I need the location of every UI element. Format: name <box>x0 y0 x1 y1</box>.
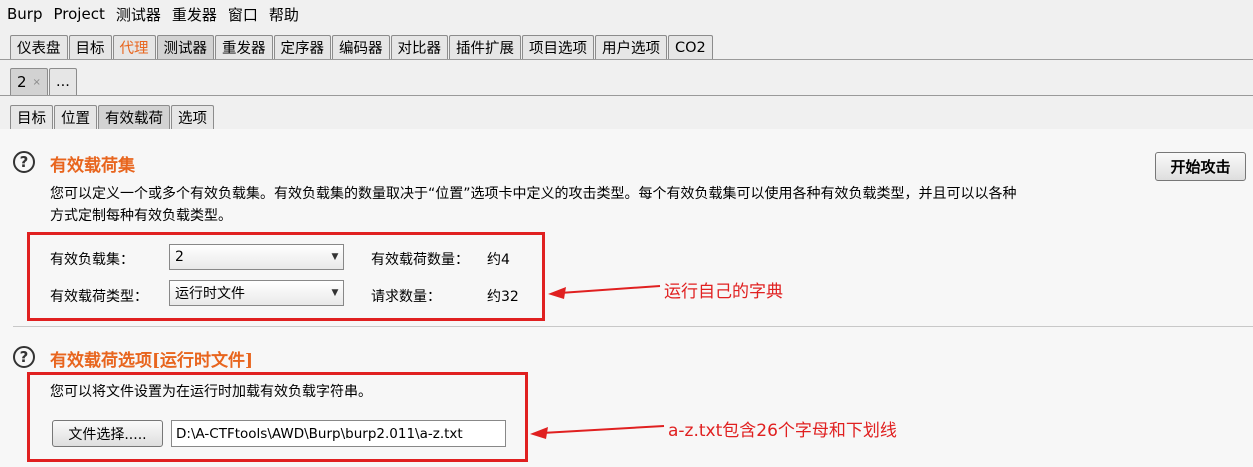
new-attack-tab[interactable]: ... <box>48 68 77 95</box>
tab-sequencer[interactable]: 定序器 <box>273 35 331 59</box>
annotation-own-dictionary: 运行自己的字典 <box>664 282 783 302</box>
payload-sets-title: 有效载荷集 <box>50 156 135 176</box>
menu-bar: Burp Project 测试器 重发器 窗口 帮助 <box>0 0 1253 28</box>
tab-divider <box>0 59 1253 60</box>
menu-window[interactable]: 窗口 <box>221 4 262 25</box>
menu-repeater[interactable]: 重发器 <box>165 4 221 25</box>
tab-intruder[interactable]: 测试器 <box>156 35 214 59</box>
menu-intruder[interactable]: 测试器 <box>109 4 165 25</box>
close-icon[interactable]: × <box>33 77 41 88</box>
sub-tabs: 目标 位置 有效载荷 选项 <box>10 104 215 129</box>
request-count-label: 请求数量： <box>371 289 441 305</box>
tab-extender[interactable]: 插件扩展 <box>449 35 521 59</box>
payload-options-title: 有效载荷选项[运行时文件] <box>50 351 254 371</box>
tab-dashboard[interactable]: 仪表盘 <box>10 35 68 59</box>
tab-decoder[interactable]: 编码器 <box>332 35 390 59</box>
attack-tab-label: 2 <box>17 73 27 91</box>
payload-type-value: 运行时文件 <box>175 286 245 302</box>
chevron-down-icon: ▼ <box>331 252 339 262</box>
attack-tab-divider <box>0 95 1253 96</box>
menu-help[interactable]: 帮助 <box>262 4 303 25</box>
tab-user-options[interactable]: 用户选项 <box>595 35 667 59</box>
tab-repeater[interactable]: 重发器 <box>215 35 273 59</box>
payload-sets-description-line1: 您可以定义一个或多个有效负载集。有效负载集的数量取决于“位置”选项卡中定义的攻击… <box>50 186 1017 202</box>
menu-project[interactable]: Project <box>47 5 109 23</box>
help-icon[interactable]: ? <box>13 346 35 368</box>
request-count-value: 约32 <box>487 289 519 305</box>
tab-comparer[interactable]: 对比器 <box>390 35 448 59</box>
tab-co2[interactable]: CO2 <box>668 35 713 59</box>
payload-set-value: 2 <box>175 249 184 265</box>
subtab-payloads[interactable]: 有效载荷 <box>98 105 170 129</box>
payload-type-label: 有效载荷类型： <box>50 289 148 305</box>
subtab-positions[interactable]: 位置 <box>54 105 97 129</box>
attack-tab-2[interactable]: 2 × <box>10 68 48 95</box>
annotation-az-file: a-z.txt包含26个字母和下划线 <box>668 421 897 441</box>
payload-options-description: 您可以将文件设置为在运行时加载有效负载字符串。 <box>50 384 372 400</box>
payload-set-select[interactable]: 2 ▼ <box>169 244 344 270</box>
tab-target[interactable]: 目标 <box>68 35 112 59</box>
payload-count-label: 有效载荷数量： <box>371 252 469 268</box>
annotation-arrow <box>530 425 665 439</box>
tab-project-options[interactable]: 项目选项 <box>522 35 594 59</box>
start-attack-button[interactable]: 开始攻击 <box>1155 152 1246 181</box>
subtab-options[interactable]: 选项 <box>171 105 214 129</box>
tab-proxy[interactable]: 代理 <box>112 35 156 59</box>
choose-file-button[interactable]: 文件选择..... <box>52 420 163 447</box>
payload-sets-description-line2: 方式定制每种有效负载类型。 <box>50 208 232 224</box>
payload-count-value: 约4 <box>487 252 510 268</box>
payload-type-select[interactable]: 运行时文件 ▼ <box>169 280 344 306</box>
main-tabs: 仪表盘 目标 代理 测试器 重发器 定序器 编码器 对比器 插件扩展 项目选项 … <box>10 33 714 59</box>
section-separator <box>13 326 1253 327</box>
file-path-field[interactable]: D:\A-CTFtools\AWD\Burp\burp2.011\a-z.txt <box>171 420 506 447</box>
subtab-target[interactable]: 目标 <box>10 105 53 129</box>
menu-burp[interactable]: Burp <box>0 5 47 23</box>
help-icon[interactable]: ? <box>13 151 35 173</box>
payload-sets-description: 您可以定义一个或多个有效负载集。有效负载集的数量取决于“位置”选项卡中定义的攻击… <box>50 183 1150 227</box>
chevron-down-icon: ▼ <box>331 288 339 298</box>
attack-tabs: 2 × ... <box>10 68 78 95</box>
annotation-arrow <box>548 285 661 299</box>
payload-set-label: 有效负载集： <box>50 252 134 268</box>
